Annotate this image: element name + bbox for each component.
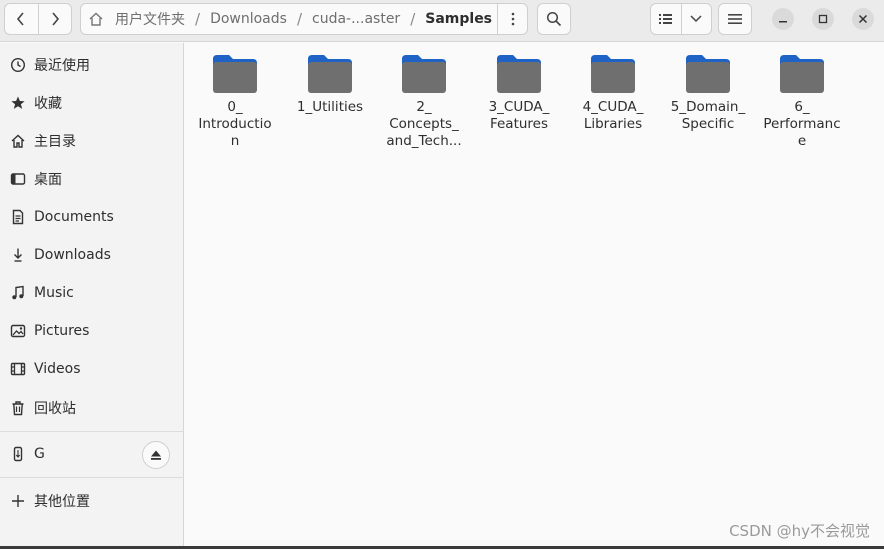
hamburger-menu-icon [728,14,742,24]
download-icon [10,247,26,263]
file-view: 0_ Introductio n 1_Utilities 2_ Concepts… [185,43,884,549]
sidebar-item-pictures[interactable]: Pictures [0,313,184,349]
header-bar: 用户文件夹 / Downloads / cuda-...aster / Samp… [0,0,884,42]
folder-item[interactable]: 6_ Performanc e [758,51,846,150]
path-menu-button[interactable] [497,4,527,34]
sidebar-item-label: Music [34,285,74,301]
sidebar-item-label: 回收站 [34,401,76,417]
sidebar-item-label: 桌面 [34,172,62,188]
list-view-button[interactable] [651,4,681,34]
back-button[interactable] [5,4,38,34]
folder-name: 4_CUDA_ Libraries [582,99,644,132]
document-icon [10,209,26,225]
sidebar-item-label: 主目录 [34,134,76,150]
folder-item[interactable]: 0_ Introductio n [191,51,279,150]
folder-item[interactable]: 1_Utilities [286,51,374,116]
maximize-button[interactable] [812,8,834,30]
music-icon [10,285,26,301]
folder-icon [497,55,541,93]
eject-icon [151,450,161,460]
clock-icon [10,57,26,73]
breadcrumb-downloads[interactable]: Downloads [206,11,291,27]
video-icon [10,361,26,377]
picture-icon [10,323,26,339]
watermark-text: CSDN @hy不会视觉 [729,522,870,540]
folder-icon [686,55,730,93]
sidebar-item-videos[interactable]: Videos [0,351,184,387]
breadcrumb-separator: / [195,10,201,28]
sidebar-item-recent[interactable]: 最近使用 [0,47,184,83]
path-home-button[interactable] [81,4,111,34]
sidebar-item-other-locations[interactable]: 其他位置 [0,483,184,519]
folder-item[interactable]: 3_CUDA_ Features [475,51,563,133]
sidebar: 最近使用 收藏 主目录 桌面 Documents Downloads Music [0,43,184,549]
folder-name: 0_ Introductio n [198,99,272,149]
folder-name: 3_CUDA_ Features [488,99,550,132]
sidebar-item-trash[interactable]: 回收站 [0,390,184,426]
minimize-button[interactable] [772,8,794,30]
sidebar-item-label: Pictures [34,323,90,339]
home-icon [89,12,103,26]
home-icon [10,133,26,149]
sidebar-item-label: Documents [34,209,114,225]
usb-drive-icon [10,446,26,462]
sidebar-item-label: 其他位置 [34,494,90,510]
folder-icon [591,55,635,93]
minimize-icon [779,21,787,23]
sidebar-item-music[interactable]: Music [0,275,184,311]
sidebar-item-starred[interactable]: 收藏 [0,85,184,121]
folder-item[interactable]: 2_ Concepts_ and_Tech... [380,51,468,150]
folder-icon [308,55,352,93]
folder-item[interactable]: 4_CUDA_ Libraries [569,51,657,133]
chevron-right-icon [52,12,59,26]
folder-name: 5_Domain_ Specific [670,99,746,132]
sidebar-item-downloads[interactable]: Downloads [0,237,184,273]
folder-name: 2_ Concepts_ and_Tech... [386,99,462,149]
sidebar-item-documents[interactable]: Documents [0,199,184,235]
folder-icon [780,55,824,93]
sidebar-separator [0,431,184,432]
path-bar: 用户文件夹 / Downloads / cuda-...aster / Samp… [80,3,528,35]
desktop-icon [10,171,26,187]
folder-name: 1_Utilities [296,99,364,115]
navigation-buttons [4,3,72,35]
sidebar-item-label: Videos [34,361,81,377]
breadcrumb-separator: / [296,10,303,28]
maximize-icon [818,14,828,24]
eject-button[interactable] [142,441,170,469]
plus-icon [10,493,26,509]
search-icon [546,11,562,27]
close-button[interactable] [852,8,874,30]
sidebar-item-label: 收藏 [34,96,62,112]
trash-icon [10,400,26,416]
folder-item[interactable]: 5_Domain_ Specific [664,51,752,133]
sidebar-item-home[interactable]: 主目录 [0,123,184,159]
breadcrumb-separator: / [410,10,416,28]
sidebar-item-label: G [34,446,45,462]
folder-name: 6_ Performanc e [763,99,841,149]
sidebar-item-label: Downloads [34,247,111,263]
view-toggle-group [650,3,712,35]
vertical-dots-icon [511,12,514,26]
sidebar-separator [0,477,184,478]
main-menu-button[interactable] [718,3,752,35]
forward-button[interactable] [37,4,72,34]
folder-icon [402,55,446,93]
chevron-down-icon [690,15,702,23]
breadcrumb-current[interactable]: Samples [421,11,496,27]
breadcrumb-cuda[interactable]: cuda-...aster [308,11,404,27]
chevron-left-icon [17,12,24,26]
file-manager-window: 用户文件夹 / Downloads / cuda-...aster / Samp… [0,0,884,549]
breadcrumb-home[interactable]: 用户文件夹 [111,9,189,29]
list-view-icon [658,14,672,24]
folder-icon [213,55,257,93]
close-icon [858,14,868,24]
search-button[interactable] [537,3,571,35]
sidebar-item-desktop[interactable]: 桌面 [0,161,184,197]
sidebar-item-label: 最近使用 [34,58,90,74]
star-icon [10,95,26,111]
view-options-dropdown[interactable] [680,4,712,34]
